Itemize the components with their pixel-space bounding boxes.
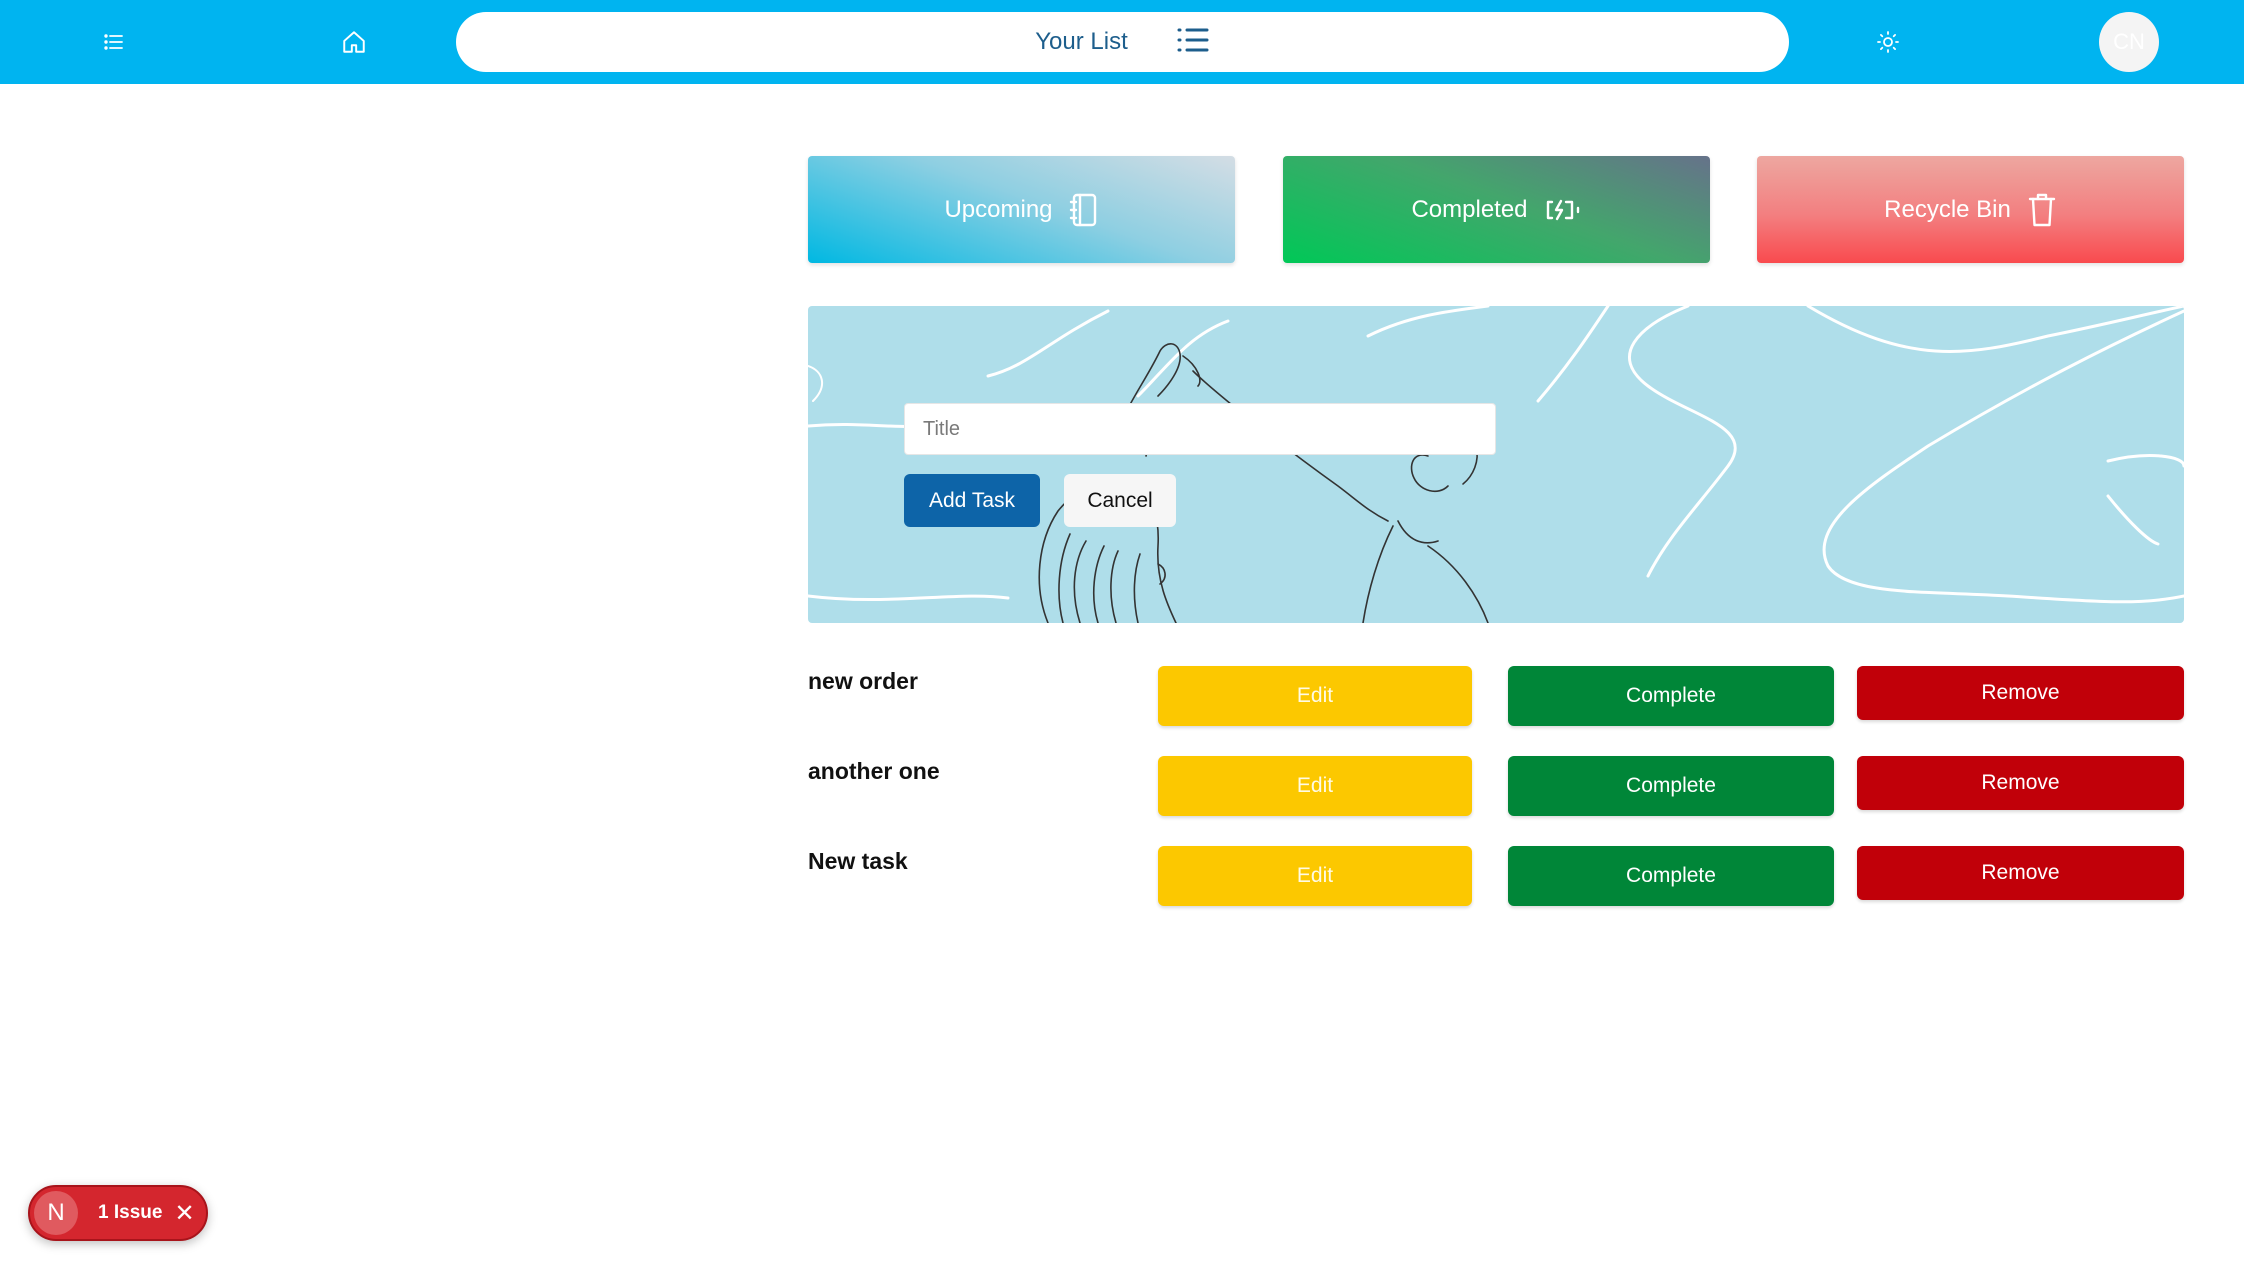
notebook-icon bbox=[1069, 193, 1096, 226]
complete-button[interactable]: Complete bbox=[1508, 756, 1834, 816]
recycle-bin-label: Recycle Bin bbox=[1884, 195, 2011, 223]
issue-count-label: 1 Issue bbox=[98, 1202, 163, 1223]
nextjs-logo-icon: N bbox=[34, 1191, 78, 1235]
battery-charging-icon bbox=[1546, 199, 1579, 220]
sun-icon[interactable] bbox=[1870, 24, 1906, 60]
page-title: Your List bbox=[1035, 28, 1128, 55]
top-bar: Your List CN bbox=[0, 0, 2244, 84]
remove-button[interactable]: Remove bbox=[1857, 756, 2184, 810]
task-title-input[interactable] bbox=[904, 403, 1496, 455]
recycle-bin-card[interactable]: Recycle Bin bbox=[1757, 156, 2184, 263]
complete-button[interactable]: Complete bbox=[1508, 846, 1834, 906]
complete-button[interactable]: Complete bbox=[1508, 666, 1834, 726]
avatar[interactable]: CN bbox=[2099, 12, 2159, 72]
list-icon[interactable] bbox=[1176, 25, 1210, 60]
upcoming-card[interactable]: Upcoming bbox=[808, 156, 1235, 263]
trash-icon bbox=[2028, 193, 2056, 226]
remove-button[interactable]: Remove bbox=[1857, 666, 2184, 720]
remove-button[interactable]: Remove bbox=[1857, 846, 2184, 900]
issue-badge[interactable]: N 1 Issue ✕ bbox=[28, 1185, 208, 1241]
completed-label: Completed bbox=[1411, 195, 1528, 223]
edit-button[interactable]: Edit bbox=[1158, 756, 1472, 816]
upcoming-label: Upcoming bbox=[944, 195, 1053, 223]
cancel-button[interactable]: Cancel bbox=[1064, 474, 1176, 527]
task-title: New task bbox=[808, 848, 908, 874]
task-title: new order bbox=[808, 668, 918, 694]
add-task-banner: Add Task Cancel bbox=[808, 306, 2184, 623]
list-icon[interactable] bbox=[96, 24, 132, 60]
home-icon[interactable] bbox=[336, 24, 372, 60]
completed-card[interactable]: Completed bbox=[1283, 156, 1710, 263]
close-icon[interactable]: ✕ bbox=[174, 1199, 194, 1228]
add-task-button[interactable]: Add Task bbox=[904, 474, 1040, 527]
edit-button[interactable]: Edit bbox=[1158, 846, 1472, 906]
edit-button[interactable]: Edit bbox=[1158, 666, 1472, 726]
list-title-pill[interactable]: Your List bbox=[456, 12, 1789, 72]
task-title: another one bbox=[808, 758, 940, 784]
couple-illustration bbox=[808, 306, 2184, 623]
